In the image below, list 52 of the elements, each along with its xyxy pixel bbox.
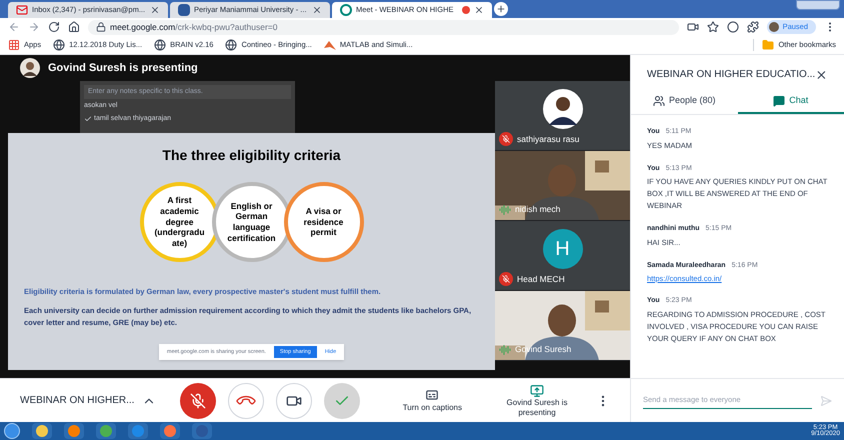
microphone-button[interactable] bbox=[180, 382, 216, 418]
taskbar-app-icon[interactable] bbox=[32, 423, 52, 439]
check-button[interactable] bbox=[324, 382, 360, 418]
mail-icon bbox=[16, 4, 28, 16]
slide-title: The three eligibility criteria bbox=[162, 146, 341, 165]
avatar: H bbox=[542, 229, 582, 269]
start-button[interactable] bbox=[4, 423, 20, 439]
camera-icon[interactable] bbox=[686, 21, 699, 33]
folder-icon bbox=[762, 39, 774, 51]
extensions-icon[interactable] bbox=[746, 21, 759, 33]
panel-tab[interactable]: People (80) bbox=[631, 90, 738, 114]
close-icon[interactable] bbox=[150, 5, 160, 15]
captions-button[interactable]: Turn on captions bbox=[402, 388, 462, 414]
screen-share-icon bbox=[530, 384, 544, 398]
address-field[interactable]: meet.google.com/crk-kwbq-pwu?authuser=0 bbox=[88, 20, 679, 34]
site-icon bbox=[178, 4, 190, 16]
back-icon[interactable] bbox=[8, 21, 20, 33]
forward-icon[interactable] bbox=[28, 21, 40, 33]
avatar bbox=[542, 89, 582, 129]
captions-icon bbox=[425, 388, 440, 402]
taskbar-app-icon[interactable] bbox=[64, 423, 84, 439]
window-controls[interactable] bbox=[796, 0, 840, 10]
presentation-button[interactable]: Govind Suresh is presenting bbox=[502, 384, 572, 418]
taskbar-app-icon[interactable] bbox=[160, 423, 180, 439]
bookmark-star-icon[interactable] bbox=[706, 21, 719, 33]
panel-tab[interactable]: Chat bbox=[738, 90, 844, 114]
extension-icon[interactable] bbox=[726, 21, 739, 33]
people-icon bbox=[652, 95, 665, 107]
plus-icon bbox=[496, 4, 506, 14]
globe-icon bbox=[154, 39, 166, 51]
participant-name: Head MECH bbox=[517, 272, 565, 286]
muted-mic-icon bbox=[190, 392, 206, 408]
close-icon[interactable] bbox=[474, 5, 484, 15]
avatar bbox=[20, 58, 40, 78]
participant-name: nidish mech bbox=[515, 203, 560, 216]
apps-grid-icon bbox=[8, 39, 20, 51]
presenter-title: Govind Suresh is presenting bbox=[48, 60, 198, 76]
camera-button[interactable] bbox=[276, 382, 312, 418]
new-tab-button[interactable] bbox=[494, 2, 508, 16]
globe-icon bbox=[225, 39, 238, 51]
home-icon[interactable] bbox=[68, 21, 80, 33]
participant-name: sathiyarasu rasu bbox=[517, 132, 580, 146]
taskbar-app-icon[interactable] bbox=[96, 423, 116, 439]
meeting-title[interactable]: WEBINAR ON HIGHER... bbox=[20, 393, 134, 408]
globe-icon bbox=[53, 39, 66, 51]
reload-icon[interactable] bbox=[48, 21, 60, 33]
close-icon[interactable] bbox=[312, 5, 322, 15]
hang-up-button[interactable] bbox=[228, 382, 264, 418]
lock-icon bbox=[96, 22, 106, 32]
panel-title: WEBINAR ON HIGHER EDUCATIO... bbox=[647, 68, 816, 82]
chat-icon bbox=[773, 95, 786, 107]
peak-icon bbox=[324, 39, 336, 51]
